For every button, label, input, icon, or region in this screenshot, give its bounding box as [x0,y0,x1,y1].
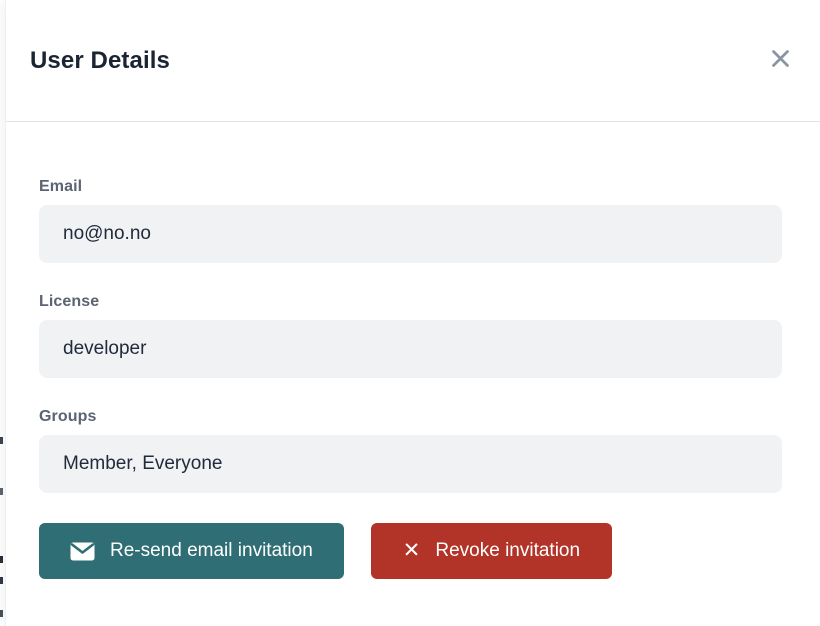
background-page-fragment [0,556,3,563]
license-field-label: License [39,293,782,311]
groups-field[interactable] [39,435,782,493]
field-group-groups: Groups [39,408,782,493]
page-title: User Details [30,47,170,75]
resend-email-invitation-button[interactable]: Re-send email invitation [39,523,344,579]
background-page-fragment [0,577,3,584]
actions-row: Re-send email invitation ✕ Revoke invita… [39,523,782,579]
revoke-invitation-button[interactable]: ✕ Revoke invitation [371,523,612,579]
revoke-button-label: Revoke invitation [435,540,580,562]
modal-header: User Details [6,0,820,122]
user-details-modal: User Details Email License Groups [5,0,820,626]
modal-body: Email License Groups Re-send email invit… [6,122,820,579]
license-field[interactable] [39,320,782,378]
email-field-label: Email [39,178,782,196]
background-page-fragment [0,488,3,495]
envelope-icon [70,542,95,561]
close-button[interactable] [764,42,796,74]
background-page-fragment [0,610,3,617]
x-mark-icon: ✕ [403,540,421,561]
close-icon [769,47,792,70]
field-group-email: Email [39,178,782,263]
groups-field-label: Groups [39,408,782,426]
resend-button-label: Re-send email invitation [110,540,313,562]
email-field[interactable] [39,205,782,263]
field-group-license: License [39,293,782,378]
background-page-fragment [0,437,3,444]
